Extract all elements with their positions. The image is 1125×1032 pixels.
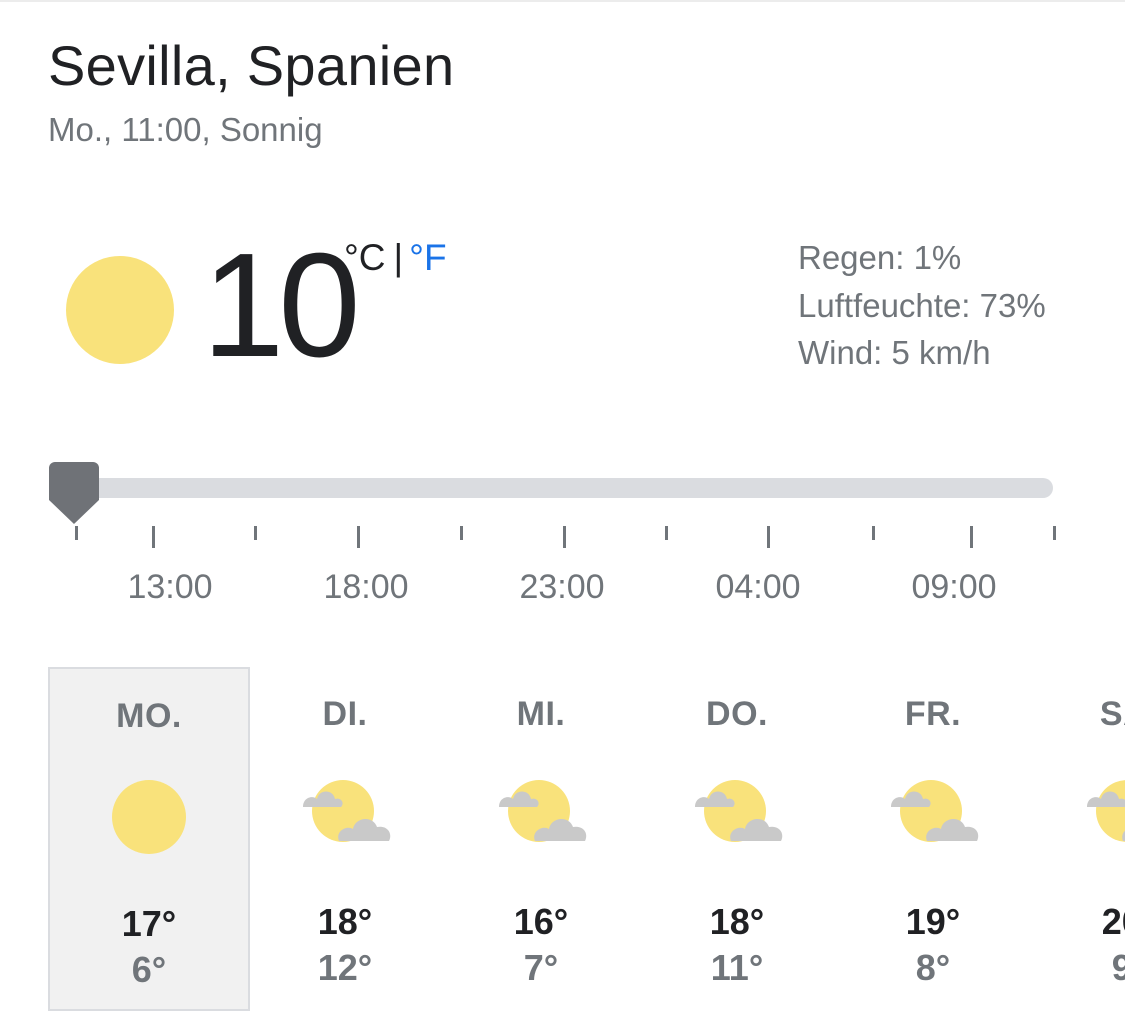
timeline-tick (665, 526, 668, 540)
timeline-tick (1053, 526, 1056, 540)
weather-details: Regen: 1% Luftfeuchte: 73% Wind: 5 km/h (798, 234, 1046, 377)
sun-icon (112, 780, 186, 854)
day-forecast-sa[interactable]: SA. 20° 9° (1031, 667, 1125, 1011)
hourly-timeline-slider[interactable] (49, 462, 1053, 524)
day-high-temp: 18° (709, 901, 765, 942)
slider-track[interactable] (52, 478, 1053, 498)
current-temperature: 10 (202, 223, 361, 388)
day-name: MI. (516, 695, 566, 733)
timeline-tick (152, 526, 155, 548)
timeline-tick (767, 526, 770, 548)
humidity: Luftfeuchte: 73% (798, 286, 1046, 324)
day-low-temp: 11° (710, 947, 764, 988)
partly-cloudy-icon (1087, 780, 1125, 842)
rain-chance: Regen: 1% (798, 239, 962, 276)
wind-speed: Wind: 5 km/h (798, 334, 991, 371)
day-forecast-mo[interactable]: MO. 17° 6° (48, 667, 250, 1011)
fahrenheit-link[interactable]: °F (409, 237, 446, 278)
day-name: DO. (706, 695, 768, 733)
day-forecast-di[interactable]: DI. 18° 12° (247, 667, 443, 1011)
day-low-temp: 9° (1111, 947, 1125, 988)
day-high-temp: 17° (121, 903, 177, 944)
hour-label: 09:00 (911, 568, 997, 606)
day-name: SA. (1099, 695, 1125, 733)
unit-separator: | (393, 237, 404, 278)
location-title: Sevilla, Spanien (48, 34, 455, 97)
hour-label: 18:00 (323, 568, 409, 606)
day-high-temp: 18° (317, 901, 373, 942)
day-forecast-mi[interactable]: MI. 16° 7° (443, 667, 639, 1011)
unit-toggle: °C | °F (344, 236, 447, 280)
timeline-tick (563, 526, 566, 548)
timeline-tick (970, 526, 973, 548)
hour-label: 13:00 (127, 568, 213, 606)
partly-cloudy-icon (891, 780, 979, 842)
day-forecast-do[interactable]: DO. 18° 11° (639, 667, 835, 1011)
timeline-tick (254, 526, 257, 540)
day-low-temp: 7° (523, 947, 559, 988)
top-divider (0, 0, 1125, 2)
partly-cloudy-icon (499, 780, 587, 842)
time-condition-subtitle: Mo., 11:00, Sonnig (48, 111, 323, 148)
day-low-temp: 6° (131, 949, 167, 990)
timeline-tick (460, 526, 463, 540)
day-name: MO. (116, 697, 182, 735)
sun-icon (66, 256, 174, 364)
slider-thumb[interactable] (49, 462, 99, 524)
timeline-tick (872, 526, 875, 540)
day-high-temp: 19° (905, 901, 961, 942)
celsius-unit: °C (344, 237, 386, 278)
partly-cloudy-icon (695, 780, 783, 842)
day-name: DI. (322, 695, 368, 733)
timeline-tick (357, 526, 360, 548)
day-name: FR. (904, 695, 962, 733)
day-low-temp: 8° (915, 947, 951, 988)
day-high-temp: 20° (1101, 901, 1125, 942)
day-low-temp: 12° (317, 947, 373, 988)
partly-cloudy-icon (303, 780, 391, 842)
hour-label: 04:00 (715, 568, 801, 606)
timeline-tick (75, 526, 78, 540)
hour-label: 23:00 (519, 568, 605, 606)
day-high-temp: 16° (513, 901, 569, 942)
day-forecast-fr[interactable]: FR. 19° 8° (835, 667, 1031, 1011)
